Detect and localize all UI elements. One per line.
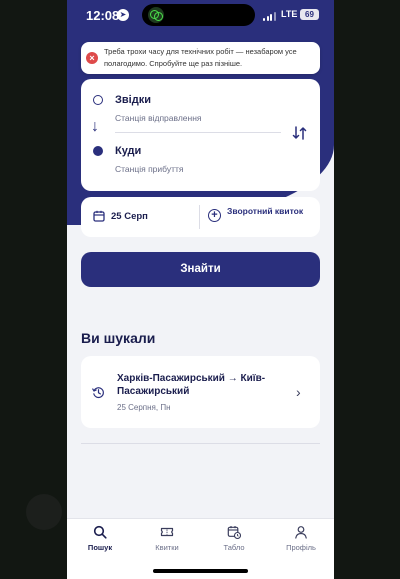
destination-dot-icon bbox=[93, 146, 103, 156]
tab-search[interactable]: Пошук bbox=[67, 525, 133, 565]
chevron-right-icon: › bbox=[296, 384, 301, 400]
alert-message: Треба трохи часу для технічних робіт — н… bbox=[104, 47, 297, 68]
ticket-icon bbox=[160, 527, 174, 537]
date-divider bbox=[199, 205, 200, 229]
divider bbox=[81, 443, 320, 444]
app-screen: 12:08 ➤ LTE 69 × Треба трохи часу для те… bbox=[67, 0, 334, 579]
home-indicator bbox=[153, 569, 248, 573]
error-icon: × bbox=[86, 52, 98, 64]
calendar-icon bbox=[93, 210, 105, 222]
history-route: Харків-Пасажирський → Київ-Пасажирський bbox=[117, 373, 266, 397]
search-button[interactable]: Знайти bbox=[81, 252, 320, 287]
background-left bbox=[0, 0, 67, 579]
from-station-input[interactable]: Станція відправлення bbox=[115, 113, 202, 123]
status-bar: 12:08 ➤ LTE 69 bbox=[67, 0, 334, 32]
date-card: 25 Серп + Зворотний квиток bbox=[81, 197, 320, 237]
tab-label: Профіль bbox=[286, 543, 316, 552]
swap-arrows-icon bbox=[292, 126, 307, 140]
location-arrow-icon: ➤ bbox=[117, 9, 129, 21]
tab-tickets[interactable]: Квитки bbox=[134, 525, 200, 565]
background-right bbox=[334, 0, 400, 579]
arrow-down-icon: ↓ bbox=[91, 118, 99, 135]
divider bbox=[115, 132, 281, 133]
tab-label: Пошук bbox=[87, 543, 113, 552]
history-icon bbox=[92, 387, 104, 398]
tab-label: Квитки bbox=[155, 543, 179, 552]
tab-schedule[interactable]: Табло bbox=[201, 525, 267, 565]
return-ticket-button[interactable]: + Зворотний квиток bbox=[201, 197, 320, 237]
schedule-icon bbox=[227, 526, 241, 539]
to-label[interactable]: Куди bbox=[115, 145, 141, 157]
network-type: LTE bbox=[281, 9, 298, 19]
status-time: 12:08 bbox=[86, 8, 120, 23]
background-shape bbox=[26, 494, 62, 530]
departure-date: 25 Серп bbox=[111, 211, 148, 222]
departure-date-button[interactable]: 25 Серп bbox=[81, 197, 198, 237]
route-card: ↓ Звідки Станція відправлення Куди Станц… bbox=[81, 79, 320, 191]
battery-icon: 69 bbox=[300, 9, 319, 20]
maintenance-alert: × Треба трохи часу для технічних робіт —… bbox=[81, 42, 320, 74]
history-date: 25 Серпня, Пн bbox=[117, 403, 171, 412]
search-icon bbox=[93, 525, 107, 539]
dynamic-island bbox=[142, 4, 255, 26]
plus-icon: + bbox=[208, 209, 221, 222]
link-icon bbox=[148, 7, 164, 23]
to-station-input[interactable]: Станція прибуття bbox=[115, 164, 183, 174]
history-title: Ви шукали bbox=[81, 330, 156, 346]
return-ticket-label: Зворотний квиток bbox=[227, 206, 304, 216]
signal-icon bbox=[263, 12, 277, 21]
tab-label: Табло bbox=[223, 543, 245, 552]
from-label[interactable]: Звідки bbox=[115, 94, 151, 106]
origin-circle-icon bbox=[93, 95, 103, 105]
profile-icon bbox=[295, 526, 307, 539]
history-item[interactable]: Харків-Пасажирський → Київ-Пасажирський … bbox=[81, 356, 320, 428]
tab-profile[interactable]: Профіль bbox=[268, 525, 334, 565]
swap-stations-button[interactable] bbox=[292, 125, 310, 141]
